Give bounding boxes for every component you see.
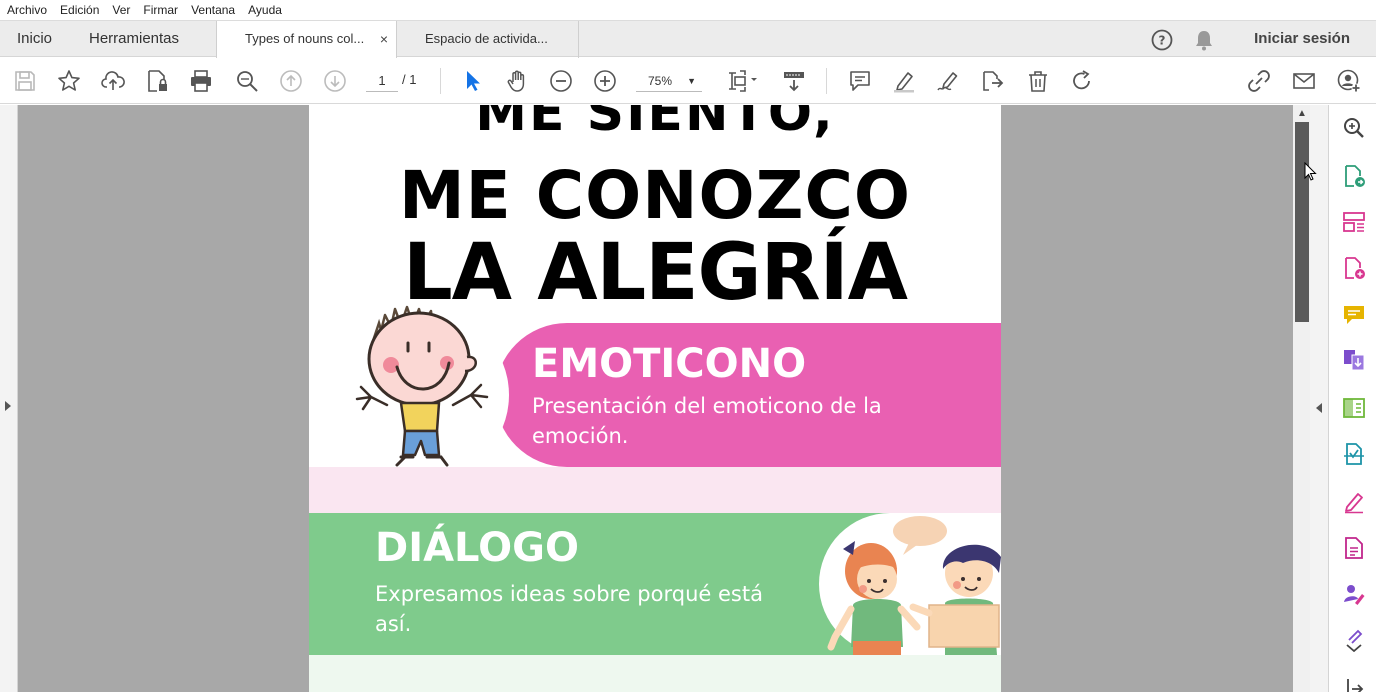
request-sign-icon[interactable]	[1342, 582, 1366, 606]
menu-bar: Archivo Edición Ver Firmar Ventana Ayuda	[0, 0, 1376, 20]
emoticono-text: Presentación del emoticono de la emoción…	[532, 394, 882, 448]
emoticono-title: EMOTICONO	[532, 341, 807, 387]
create-pdf-icon[interactable]	[1342, 256, 1366, 280]
tab-document-active[interactable]: Types of nouns col... ×	[216, 21, 397, 58]
comment-panel-icon[interactable]	[1342, 303, 1366, 327]
page-total: / 1	[402, 72, 417, 87]
zoom-in-icon[interactable]	[593, 69, 617, 93]
document-viewport[interactable]: ME SIENTO, ME CONOZCO LA ALEGRÍA EMOTICO…	[0, 105, 1328, 692]
bell-icon[interactable]	[1194, 29, 1214, 56]
menu-ayuda[interactable]: Ayuda	[248, 3, 282, 17]
page-number-input[interactable]	[366, 70, 398, 92]
tab-document-label: Types of nouns col...	[245, 31, 365, 46]
draw-sign-icon[interactable]	[936, 69, 960, 93]
edit-share-icon[interactable]	[980, 69, 1004, 93]
menu-ver[interactable]: Ver	[112, 3, 130, 17]
comment-icon[interactable]	[848, 69, 872, 93]
bookmark-star-icon[interactable]	[57, 69, 81, 93]
edit-pdf-icon[interactable]	[1342, 396, 1366, 420]
tab-herramientas[interactable]: Herramientas	[89, 21, 179, 57]
tab-document-label: Espacio de activida...	[425, 31, 548, 46]
toolbar-separator	[440, 68, 441, 94]
scrollbar-thumb[interactable]	[1295, 122, 1309, 322]
menu-archivo[interactable]: Archivo	[7, 3, 47, 17]
mouse-cursor-icon	[1304, 162, 1317, 181]
title-line-2: ME CONOZCO	[398, 157, 912, 234]
expand-left-icon	[5, 401, 11, 411]
dialogo-title: DIÁLOGO	[375, 525, 579, 571]
hand-icon[interactable]	[505, 69, 529, 93]
menu-edicion[interactable]: Edición	[60, 3, 99, 17]
combine-icon[interactable]	[1342, 348, 1366, 372]
menu-firmar[interactable]: Firmar	[143, 3, 178, 17]
organize-pages-icon[interactable]	[1342, 210, 1366, 234]
toolbar: / 1 75% ▼	[0, 58, 1376, 104]
scan-icon[interactable]	[1342, 442, 1366, 466]
link-icon[interactable]	[1247, 69, 1271, 93]
tab-document-espacio[interactable]: Espacio de activida...	[397, 21, 579, 58]
protect-icon[interactable]	[1342, 536, 1366, 560]
pdf-page: ME SIENTO, ME CONOZCO LA ALEGRÍA EMOTICO…	[309, 105, 1001, 692]
talking-kids-illustration	[827, 516, 1001, 655]
scroll-up-icon[interactable]: ▲	[1297, 108, 1307, 119]
emoticono-strip	[309, 467, 1001, 513]
help-icon[interactable]: ?	[1151, 29, 1173, 56]
more-tools-icon[interactable]	[1342, 628, 1366, 653]
close-tab-icon[interactable]: ×	[380, 21, 388, 57]
tools-panel	[1328, 105, 1376, 692]
fill-sign-icon[interactable]	[1342, 490, 1366, 514]
zoom-value: 75%	[648, 74, 673, 88]
collapse-right-icon	[1316, 403, 1322, 413]
export-pdf-icon[interactable]	[1342, 164, 1366, 188]
scroll-mode-icon[interactable]	[782, 69, 806, 93]
delete-icon[interactable]	[1026, 69, 1050, 93]
title-line-1: ME SIENTO,	[475, 105, 835, 143]
page-up-icon[interactable]	[279, 69, 303, 93]
left-panel-toggle[interactable]	[0, 105, 18, 692]
dialogo-text: Expresamos ideas sobre porqué está así.	[375, 582, 763, 636]
tab-bar: Inicio Herramientas Types of nouns col..…	[0, 20, 1376, 58]
tab-inicio[interactable]: Inicio	[17, 21, 52, 57]
dialogo-strip	[309, 655, 1001, 692]
zoom-select[interactable]: 75% ▼	[636, 70, 702, 92]
zoom-panel-icon[interactable]	[1342, 116, 1366, 140]
chevron-down-icon: ▼	[687, 76, 696, 86]
svg-text:?: ?	[1159, 34, 1166, 48]
page-down-icon[interactable]	[323, 69, 347, 93]
happy-boy-illustration	[355, 305, 489, 467]
upload-cloud-icon[interactable]	[101, 69, 125, 93]
add-user-icon[interactable]	[1337, 69, 1361, 93]
zoom-out-icon[interactable]	[549, 69, 573, 93]
menu-ventana[interactable]: Ventana	[191, 3, 235, 17]
email-icon[interactable]	[1292, 69, 1316, 93]
toolbar-separator	[826, 68, 827, 94]
protect-file-icon[interactable]	[145, 69, 169, 93]
signin-button[interactable]: Iniciar sesión	[1254, 21, 1350, 57]
fit-page-icon[interactable]	[726, 69, 762, 93]
collapse-icon[interactable]	[1342, 675, 1366, 692]
rotate-icon[interactable]	[1070, 69, 1094, 93]
zoom-search-icon[interactable]	[235, 69, 259, 93]
print-icon[interactable]	[189, 69, 213, 93]
right-panel-toggle[interactable]	[1310, 105, 1328, 692]
highlight-icon[interactable]	[892, 69, 916, 93]
save-icon[interactable]	[13, 69, 37, 93]
select-arrow-icon[interactable]	[461, 69, 485, 93]
